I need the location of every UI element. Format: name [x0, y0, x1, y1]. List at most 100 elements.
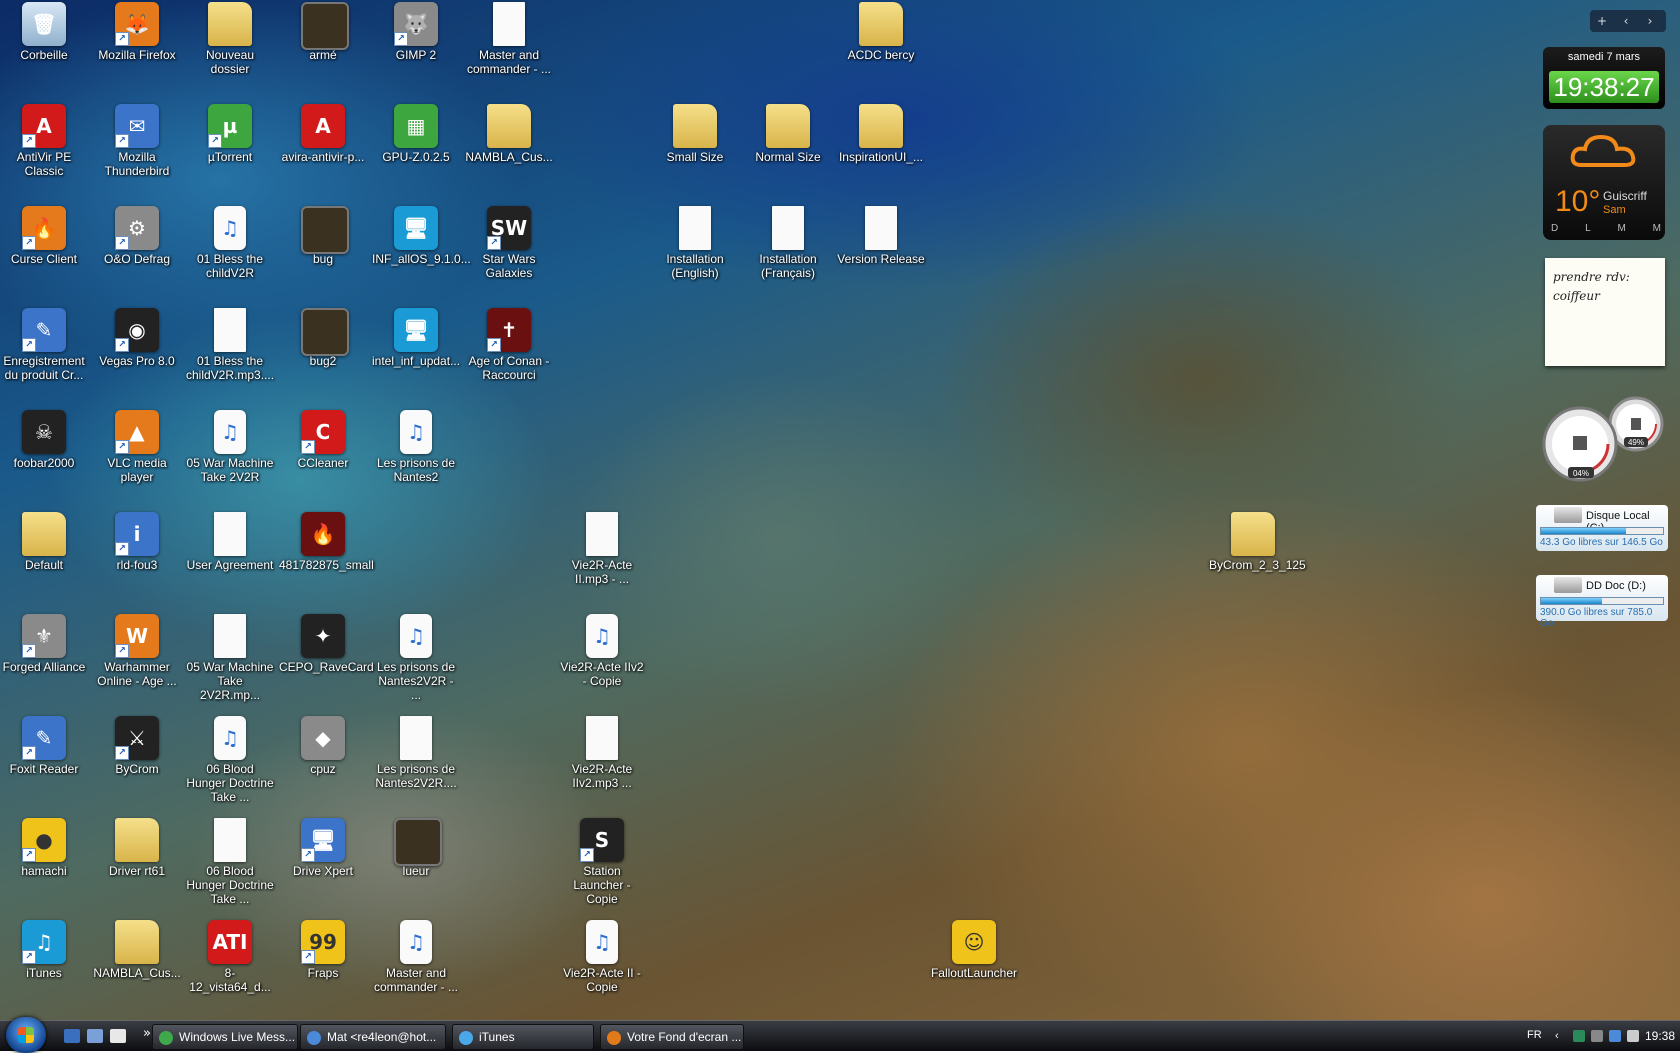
desktop-icon-vegas[interactable]: ◉ ↗ Vegas Pro 8.0: [93, 306, 181, 401]
desktop-icon-master-commander-2[interactable]: ♫ Master and commander - ...: [372, 918, 460, 1013]
desktop-icon-vie2r-3[interactable]: Vie2R-Acte IIv2.mp3 ...: [558, 714, 646, 809]
desktop-icon-inf-allos[interactable]: 🖥 INF_allOS_9.1.0...: [372, 204, 471, 299]
desktop-icon-cpuz[interactable]: ◆ cpuz: [279, 714, 367, 809]
desktop-icon-normal-size[interactable]: Normal Size: [744, 102, 832, 197]
add-gadget-button[interactable]: +: [1590, 10, 1614, 32]
desktop-icon-bycrom[interactable]: ⚔ ↗ ByCrom: [93, 714, 181, 809]
network-icon[interactable]: [1573, 1030, 1585, 1042]
next-gadget-button[interactable]: ›: [1638, 10, 1662, 32]
desktop-icon-prisons-2[interactable]: ♫ Les prisons de Nantes2V2R - ...: [372, 612, 460, 707]
desktop-icon-age-conan[interactable]: ✝ ↗ Age of Conan - Raccourci: [465, 306, 553, 401]
desktop-icon-itunes[interactable]: ♫ ↗ iTunes: [0, 918, 88, 1013]
desktop-icon-rld-fou3[interactable]: i ↗ rld-fou3: [93, 510, 181, 605]
forecast-day: M: [1617, 223, 1626, 234]
desktop-icon-fraps[interactable]: 99 ↗ Fraps: [279, 918, 367, 1013]
desktop-icon-bless-2[interactable]: 01 Bless the childV2R.mp3....: [186, 306, 274, 401]
start-button[interactable]: [6, 1017, 46, 1053]
desktop-icon-vie2r-2[interactable]: ♫ Vie2R-Acte IIv2 - Copie: [558, 612, 646, 707]
clock-date: samedi 7 mars: [1567, 51, 1641, 63]
desktop-icon-label: Mozilla Thunderbird: [104, 150, 170, 178]
desktop-icon-lueur[interactable]: lueur: [372, 816, 460, 911]
desktop-icon-nambla-1[interactable]: NAMBLA_Cus...: [465, 102, 553, 197]
sticky-note-gadget[interactable]: prendre rdv: coiffeur: [1545, 258, 1665, 366]
desktop-icon-user-agreement[interactable]: User Agreement: [186, 510, 274, 605]
app-icon: [459, 1030, 473, 1045]
desktop-icon-acdc-bercy[interactable]: ACDC bercy: [837, 0, 925, 95]
show-desktop-icon[interactable]: [64, 1029, 80, 1043]
desktop-icon-driver-rt61[interactable]: Driver rt61: [93, 816, 181, 911]
desktop-icon-foxit[interactable]: ✎ ↗ Foxit Reader: [0, 714, 88, 809]
shortcut-arrow-icon: ↗: [115, 338, 129, 352]
desktop-icon-enregistrement[interactable]: ✎ ↗ Enregistrement du produit Cr...: [0, 306, 88, 401]
desktop-icon-small-size[interactable]: Small Size: [651, 102, 739, 197]
clock-gadget[interactable]: samedi 7 mars 19:38:27: [1543, 47, 1665, 109]
desktop-icon-prisons-3[interactable]: Les prisons de Nantes2V2R....: [372, 714, 460, 809]
desktop-icon-bug[interactable]: bug: [279, 204, 367, 299]
taskbar-button[interactable]: iTunes: [452, 1024, 594, 1050]
language-indicator[interactable]: FR: [1527, 1029, 1542, 1041]
desktop-icon-war-machine-2[interactable]: 05 War Machine Take 2V2R.mp...: [186, 612, 274, 707]
desktop-icon-install-en[interactable]: Installation (English): [651, 204, 739, 299]
quicklaunch-more-button[interactable]: »: [143, 1026, 151, 1041]
desktop-icon-war-machine-1[interactable]: ♫ 05 War Machine Take 2V2R: [186, 408, 274, 503]
desktop-icon-antivir[interactable]: A ↗ AntiVir PE Classic: [0, 102, 88, 197]
desktop-icon-bless-1[interactable]: ♫ 01 Bless the childV2R: [186, 204, 274, 299]
desktop-icon-install-fr[interactable]: Installation (Français): [744, 204, 832, 299]
taskbar-button[interactable]: Votre Fond d'ecran ...: [600, 1024, 744, 1050]
desktop-icon-blood-hunger-2[interactable]: 06 Blood Hunger Doctrine Take ...: [186, 816, 274, 911]
desktop-icon-bug2[interactable]: bug2: [279, 306, 367, 401]
desktop-icon-warhammer[interactable]: W ↗ Warhammer Online - Age ...: [93, 612, 181, 707]
system-tray: FR ‹ 19:38: [1525, 1021, 1680, 1051]
sticky-note-text[interactable]: prendre rdv: coiffeur: [1553, 268, 1657, 306]
desktop-icon-blood-hunger-1[interactable]: ♫ 06 Blood Hunger Doctrine Take ...: [186, 714, 274, 809]
desktop-icon-fallout-launcher[interactable]: ☺ FalloutLauncher: [930, 918, 1018, 1013]
desktop-icon-vie2r-4[interactable]: ♫ Vie2R-Acte II - Copie: [558, 918, 646, 1013]
desktop-icon-label: Les prisons de Nantes2: [376, 456, 456, 484]
desktop-icon-cepo[interactable]: ✦ CEPO_RaveCard: [279, 612, 374, 707]
desktop-icon-bycrom-folder[interactable]: ByCrom_2_3_125: [1209, 510, 1306, 605]
desktop-icon-firefox[interactable]: 🦊 ↗ Mozilla Firefox: [93, 0, 181, 95]
desktop-icon-master-commander-1[interactable]: Master and commander - ...: [465, 0, 553, 95]
desktop-icon-avira[interactable]: Aavira-antivir-p...: [279, 102, 367, 197]
desktop-icon-ccleaner[interactable]: C ↗ CCleaner: [279, 408, 367, 503]
desktop-icon-utorrent[interactable]: µ ↗ µTorrent: [186, 102, 274, 197]
desktop-icon-gimp[interactable]: 🐺 ↗ GIMP 2: [372, 0, 460, 95]
desktop-icon-small-481[interactable]: 🔥 481782875_small: [279, 510, 374, 605]
cpu-meter-gadget[interactable]: 04% 49%: [1540, 394, 1666, 484]
desktop-icon-foobar[interactable]: ☠ foobar2000: [0, 408, 88, 503]
desktop-icon-default[interactable]: Default: [0, 510, 88, 605]
volume-icon[interactable]: [1627, 1030, 1639, 1042]
notepad-icon[interactable]: [110, 1029, 126, 1043]
desktop-icon-vie2r-1[interactable]: Vie2R-Acte II.mp3 - ...: [558, 510, 646, 605]
desktop-icon-station-launcher[interactable]: S ↗ Station Launcher - Copie: [558, 816, 646, 911]
taskbar-button[interactable]: Mat <re4leon@hot...: [300, 1024, 446, 1050]
desktop-icon-oo-defrag[interactable]: ⚙ ↗ O&O Defrag: [93, 204, 181, 299]
weather-gadget[interactable]: 10° Guiscriff Sam D L M M: [1543, 125, 1665, 240]
drive-c-gadget[interactable]: Disque Local (C:) 43.3 Go libres sur 146…: [1536, 505, 1668, 551]
desktop-icon-star-wars[interactable]: SW ↗ Star Wars Galaxies: [465, 204, 553, 299]
desktop-icon-intel-inf[interactable]: 🖥 intel_inf_updat...: [372, 306, 460, 401]
desktop-icon-ati[interactable]: ATI 8-12_vista64_d...: [186, 918, 274, 1013]
taskbar-button[interactable]: Windows Live Mess...: [152, 1024, 298, 1050]
desktop-icon-thunderbird[interactable]: ✉ ↗ Mozilla Thunderbird: [93, 102, 181, 197]
switch-windows-icon[interactable]: [87, 1029, 103, 1043]
desktop-icon-corbeille[interactable]: 🗑 Corbeille: [0, 0, 88, 95]
drive-d-gadget[interactable]: DD Doc (D:) 390.0 Go libres sur 785.0 Go: [1536, 575, 1668, 629]
monitor-icon[interactable]: [1609, 1030, 1621, 1042]
prev-gadget-button[interactable]: ‹: [1614, 10, 1638, 32]
desktop-icon-inspirationui[interactable]: InspirationUI_...: [837, 102, 925, 197]
desktop-icon-gpuz[interactable]: ▦ GPU-Z.0.2.5: [372, 102, 460, 197]
desktop-icon-nambla-2[interactable]: NAMBLA_Cus...: [93, 918, 181, 1013]
tray-app-icon[interactable]: [1591, 1030, 1603, 1042]
desktop-icon-curse[interactable]: 🔥 ↗ Curse Client: [0, 204, 88, 299]
desktop-icon-drive-xpert[interactable]: 🖥 ↗ Drive Xpert: [279, 816, 367, 911]
desktop-icon-forged-alliance[interactable]: ⚜ ↗ Forged Alliance: [0, 612, 88, 707]
desktop-icon-prisons-1[interactable]: ♫ Les prisons de Nantes2: [372, 408, 460, 503]
desktop-icon-version-release[interactable]: Version Release: [837, 204, 925, 299]
taskbar-clock[interactable]: 19:38: [1645, 1029, 1675, 1043]
chevron-left-icon[interactable]: ‹: [1555, 1030, 1567, 1042]
desktop-icon-vlc[interactable]: ▲ ↗ VLC media player: [93, 408, 181, 503]
desktop-icon-arme[interactable]: armé: [279, 0, 367, 95]
desktop-icon-hamachi[interactable]: ● ↗ hamachi: [0, 816, 88, 911]
desktop-icon-nouveau-dossier[interactable]: Nouveau dossier: [186, 0, 274, 95]
